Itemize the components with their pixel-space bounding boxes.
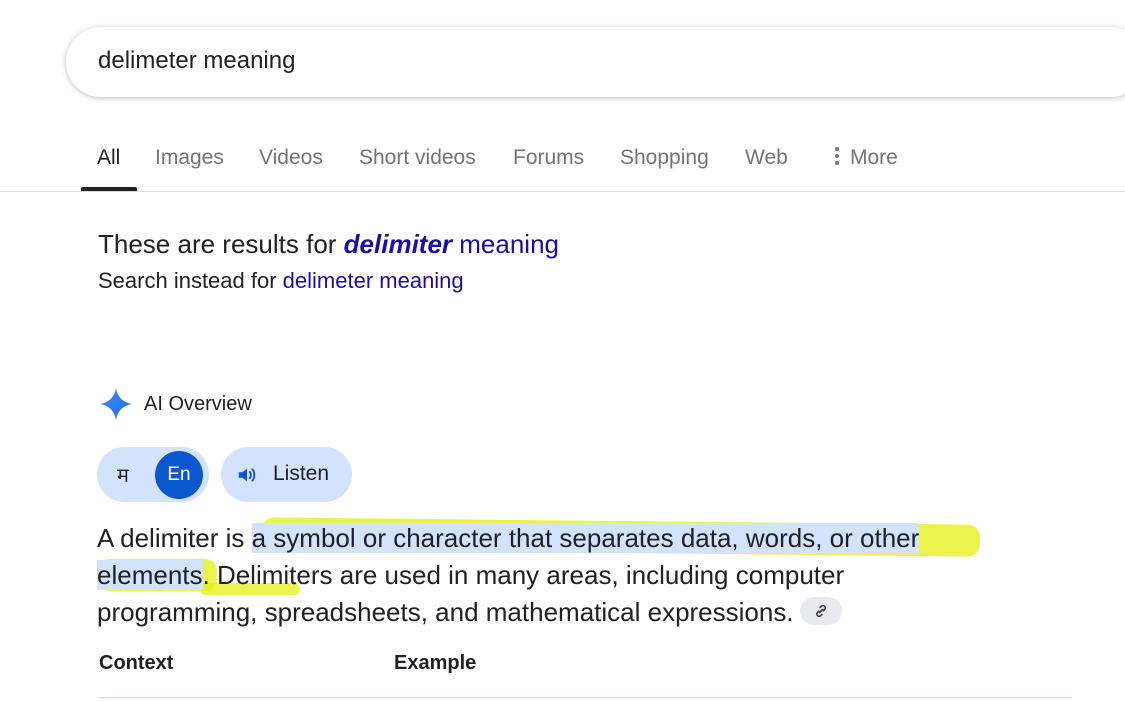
tab-short-videos[interactable]: Short videos	[359, 146, 476, 170]
ai-overview-header: AI Overview	[98, 386, 252, 422]
corrected-results-notice: These are results for delimiter meaning	[98, 229, 559, 260]
column-header-example: Example	[394, 652, 477, 674]
answer-highlight-1: a symbol or character that separates dat…	[251, 523, 920, 553]
vertical-dots-icon	[834, 147, 840, 165]
tab-more[interactable]: More	[834, 146, 898, 170]
listen-label: Listen	[273, 462, 330, 485]
answer-rest: . Delimiters are used in many areas, inc…	[97, 560, 845, 627]
context-example-table-header: Context Example	[99, 652, 1072, 698]
corrected-query-link[interactable]: delimiter meaning	[344, 229, 559, 259]
tab-videos[interactable]: Videos	[259, 146, 323, 170]
tab-all[interactable]: All	[97, 146, 120, 170]
ai-overview-label: AI Overview	[144, 392, 252, 415]
tab-images[interactable]: Images	[155, 146, 224, 170]
source-link-button[interactable]	[799, 597, 842, 626]
answer-start: A delimiter is	[97, 523, 252, 553]
active-tab-indicator	[81, 187, 137, 191]
speaker-icon	[238, 468, 256, 482]
spelling-correction: These are results for delimiter meaning …	[98, 229, 559, 294]
tab-more-label: More	[850, 146, 898, 169]
ai-overview-answer: A delimiter is a symbol or character tha…	[97, 520, 997, 631]
tab-forums[interactable]: Forums	[513, 146, 584, 170]
language-toggle[interactable]: म En	[97, 447, 209, 502]
original-query-link[interactable]: delimeter meaning	[283, 268, 464, 293]
search-instead-notice: Search instead for delimeter meaning	[98, 268, 559, 294]
correction-prefix: These are results for	[98, 229, 344, 259]
tab-web[interactable]: Web	[745, 146, 788, 170]
listen-button[interactable]: Listen	[221, 447, 352, 502]
lang-hindi-option[interactable]: म	[117, 461, 129, 488]
sparkle-icon	[100, 388, 132, 420]
answer-highlight-2: elements	[97, 560, 203, 590]
corrected-rest: meaning	[452, 229, 559, 259]
search-tabs: All Images Videos Short videos Forums Sh…	[0, 140, 1125, 192]
lang-english-option[interactable]: En	[155, 451, 203, 499]
search-box[interactable]: delimeter meaning	[66, 27, 1125, 97]
column-header-context: Context	[99, 652, 174, 674]
corrected-word: delimiter	[343, 229, 453, 259]
tab-shopping[interactable]: Shopping	[620, 146, 709, 170]
search-input[interactable]: delimeter meaning	[98, 47, 295, 75]
link-icon	[815, 605, 826, 618]
search-instead-prefix: Search instead for	[98, 268, 283, 293]
